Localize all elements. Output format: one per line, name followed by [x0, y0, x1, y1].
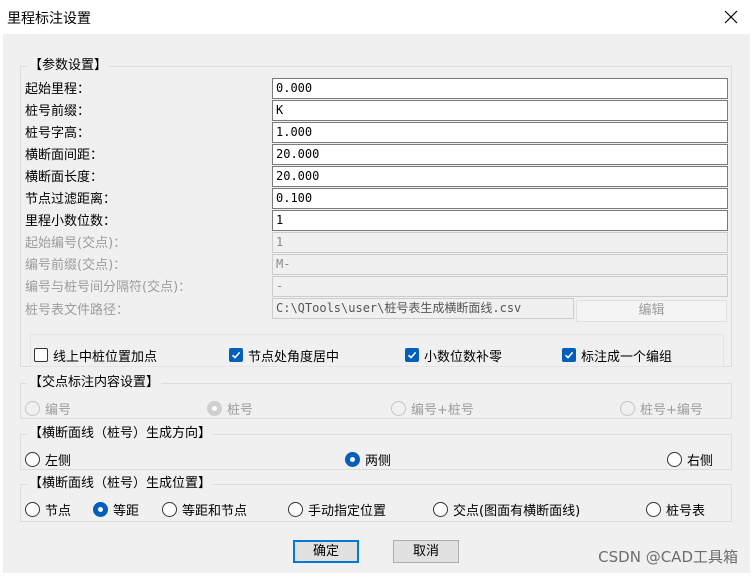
window-title: 里程标注设置: [7, 11, 91, 27]
start-number-label: 起始编号(交点)：: [25, 236, 127, 251]
position-group-title: 【横断面线（桩号）生成位置】: [27, 475, 214, 493]
radio-position-equidistant[interactable]: 等距: [93, 499, 139, 519]
radio-direction-right-label: 右侧: [687, 453, 714, 469]
radio-position-manual[interactable]: 手动指定位置: [288, 499, 386, 519]
radio-position-node-label: 节点: [45, 503, 72, 519]
start-mileage-input[interactable]: 0.000: [272, 78, 728, 99]
radio-unselected-icon: [433, 501, 448, 517]
radio-unselected-icon: [620, 400, 635, 416]
radio-unselected-icon: [667, 451, 682, 467]
mileage-decimals-label: 里程小数位数：: [25, 214, 117, 229]
radio-intersection-number-station-label: 编号+桩号: [411, 402, 474, 418]
station-prefix-input[interactable]: K: [272, 100, 728, 121]
checkmark-icon: [229, 348, 243, 362]
node-filter-distance-label: 节点过滤距离：: [25, 192, 117, 207]
watermark: CSDN @CAD工具箱: [598, 548, 738, 566]
radio-position-station-table[interactable]: 桩号表: [646, 499, 705, 519]
checkbox-add-midpoint[interactable]: 线上中桩位置加点: [34, 345, 157, 365]
radio-selected-icon: [345, 451, 360, 467]
radio-unselected-icon: [646, 501, 661, 517]
separator-input: -: [272, 276, 728, 297]
checkmark-icon: [562, 348, 576, 362]
params-group-title: 【参数设置】: [27, 57, 110, 75]
checkbox-add-midpoint-label: 线上中桩位置加点: [53, 349, 158, 365]
radio-direction-right[interactable]: 右侧: [667, 449, 713, 469]
radio-direction-left[interactable]: 左侧: [25, 449, 71, 469]
checkbox-center-angle[interactable]: 节点处角度居中: [229, 345, 339, 365]
node-filter-distance-input[interactable]: 0.100: [272, 188, 728, 209]
section-length-input[interactable]: 20.000: [272, 166, 728, 187]
ok-button[interactable]: 确定: [293, 540, 359, 563]
intersection-group-title: 【交点标注内容设置】: [27, 374, 162, 392]
checkbox-pad-decimals[interactable]: 小数位数补零: [405, 345, 502, 365]
edit-button: 编辑: [576, 300, 727, 322]
radio-direction-both-label: 两侧: [365, 453, 392, 469]
radio-intersection-number-label: 编号: [45, 402, 72, 418]
close-button[interactable]: [708, 0, 754, 34]
radio-unselected-icon: [25, 400, 40, 416]
title-bar: 里程标注设置: [0, 0, 754, 34]
radio-direction-left-label: 左侧: [45, 453, 72, 469]
checkmark-icon: [405, 348, 419, 362]
radio-unselected-icon: [288, 501, 303, 517]
radio-position-equidistant-node[interactable]: 等距和节点: [162, 499, 247, 519]
start-number-input: 1: [272, 232, 728, 253]
radio-intersection-station: 桩号: [207, 398, 253, 418]
checkbox-center-angle-label: 节点处角度居中: [248, 349, 340, 365]
start-mileage-label: 起始里程：: [25, 82, 91, 97]
radio-position-equidistant-node-label: 等距和节点: [182, 503, 248, 519]
dialog-client: 【参数设置】 起始里程： 0.000 桩号前缀： K 桩号字高： 1.000 横…: [3, 34, 750, 573]
radio-selected-icon: [93, 501, 108, 517]
direction-group-title: 【横断面线（桩号）生成方向】: [27, 425, 214, 443]
section-length-label: 横断面长度：: [25, 170, 104, 185]
mileage-decimals-input[interactable]: 1: [272, 210, 728, 231]
radio-intersection-station-label: 桩号: [227, 402, 254, 418]
radio-position-intersection[interactable]: 交点(图面有横断面线): [433, 499, 580, 519]
radio-intersection-station-number: 桩号+编号: [620, 398, 703, 418]
number-prefix-label: 编号前缀(交点)：: [25, 258, 127, 273]
station-text-height-input[interactable]: 1.000: [272, 122, 728, 143]
radio-direction-both[interactable]: 两侧: [345, 449, 391, 469]
section-spacing-label: 横断面间距：: [25, 148, 104, 163]
radio-position-manual-label: 手动指定位置: [308, 503, 387, 519]
radio-position-equidistant-label: 等距: [113, 503, 140, 519]
close-icon: [724, 10, 738, 24]
radio-selected-icon: [207, 400, 222, 416]
radio-intersection-station-number-label: 桩号+编号: [640, 402, 703, 418]
radio-intersection-number: 编号: [25, 398, 71, 418]
cancel-button[interactable]: 取消: [393, 540, 459, 563]
checkbox-group-annotations[interactable]: 标注成一个编组: [562, 345, 672, 365]
section-spacing-input[interactable]: 20.000: [272, 144, 728, 165]
radio-unselected-icon: [391, 400, 406, 416]
checkbox-unchecked-icon: [34, 348, 48, 362]
station-table-path-label: 桩号表文件路径：: [25, 303, 130, 318]
radio-position-intersection-label: 交点(图面有横断面线): [453, 503, 581, 519]
station-table-path-input: C:\QTools\user\桩号表生成横断面线.csv: [272, 298, 574, 319]
radio-position-station-table-label: 桩号表: [666, 503, 706, 519]
radio-unselected-icon: [25, 501, 40, 517]
station-text-height-label: 桩号字高：: [25, 126, 91, 141]
separator-label: 编号与桩号间分隔符(交点)：: [25, 280, 192, 295]
radio-intersection-number-station: 编号+桩号: [391, 398, 474, 418]
number-prefix-input: M-: [272, 254, 728, 275]
station-prefix-label: 桩号前缀：: [25, 104, 91, 119]
checkbox-pad-decimals-label: 小数位数补零: [424, 349, 503, 365]
radio-unselected-icon: [162, 501, 177, 517]
radio-unselected-icon: [25, 451, 40, 467]
radio-position-node[interactable]: 节点: [25, 499, 71, 519]
checkbox-group-annotations-label: 标注成一个编组: [581, 349, 673, 365]
